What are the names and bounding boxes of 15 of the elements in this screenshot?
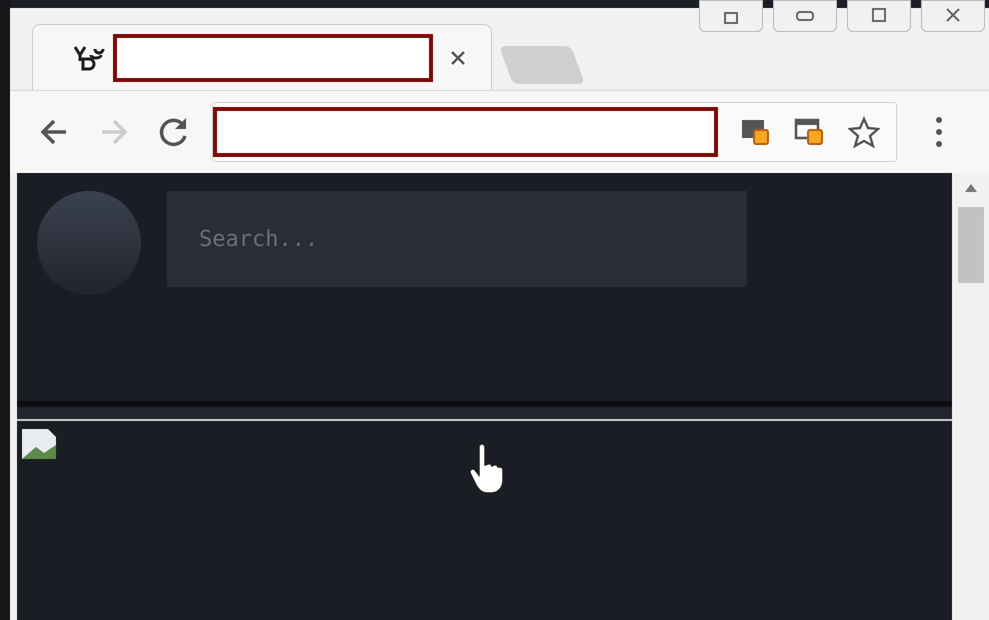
menu-icon[interactable]	[933, 115, 945, 149]
address-bar[interactable]	[212, 102, 897, 162]
search-field[interactable]: Search...	[167, 191, 747, 287]
scrollbar-thumb[interactable]	[958, 207, 984, 283]
extension-icon[interactable]	[794, 116, 826, 148]
close-button[interactable]	[921, 0, 985, 32]
minimize-button[interactable]	[773, 0, 837, 32]
star-icon[interactable]	[848, 116, 880, 148]
minimize-icon	[796, 11, 814, 21]
close-icon[interactable]	[449, 48, 467, 66]
profile-button[interactable]	[699, 0, 763, 32]
scroll-up-icon[interactable]	[964, 183, 978, 193]
browser-tab[interactable]	[32, 24, 492, 90]
maximize-button[interactable]	[847, 0, 911, 32]
broken-image-icon	[20, 427, 58, 461]
